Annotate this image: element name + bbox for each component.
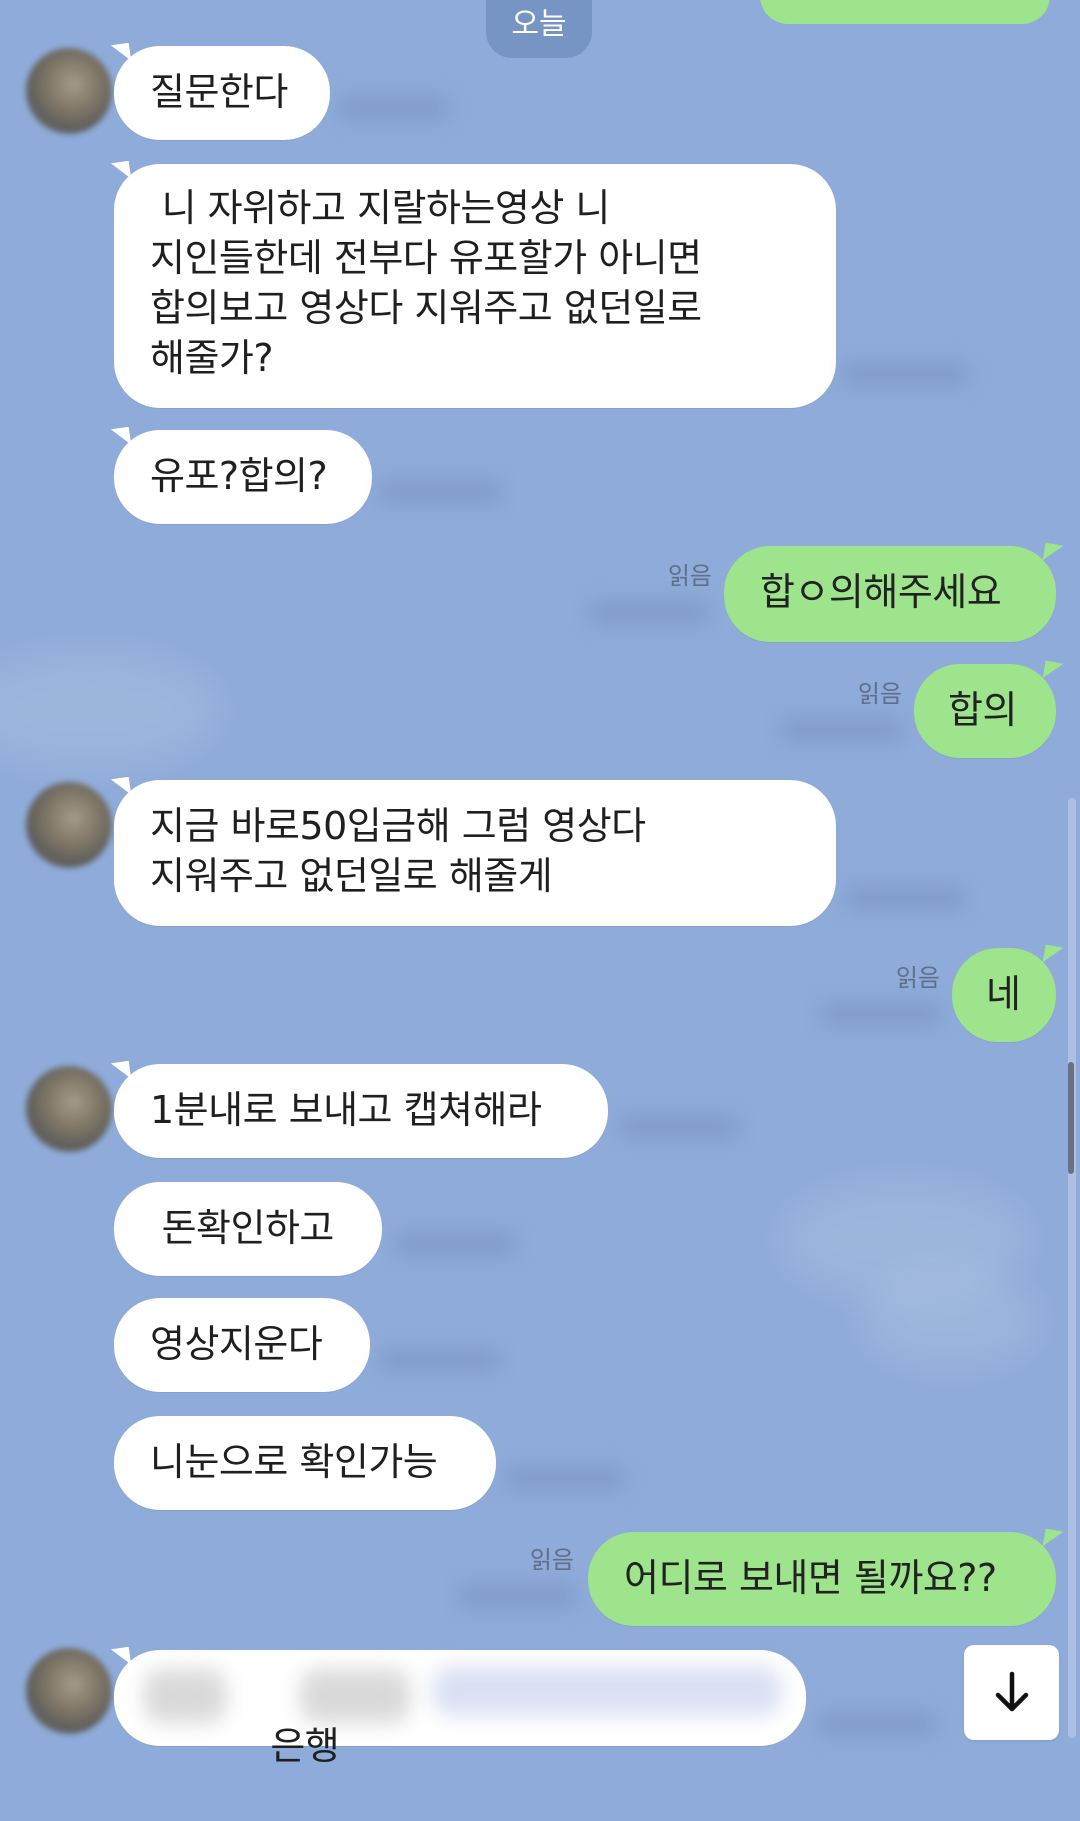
outgoing-message-bubble[interactable]: 어디로 보내면 될까요?? (588, 1532, 1056, 1626)
read-receipt: 읽음 (857, 680, 902, 708)
read-receipt: 읽음 (667, 562, 712, 590)
blurred-time (846, 886, 964, 910)
incoming-message-bubble[interactable]: 니눈으로 확인가능 (114, 1416, 496, 1510)
blurred-account-details (432, 1666, 782, 1716)
scroll-to-bottom-button[interactable] (964, 1645, 1059, 1740)
arrow-down-icon (995, 1671, 1029, 1712)
sender-avatar[interactable] (26, 48, 112, 134)
read-receipt: 읽음 (895, 964, 940, 992)
blurred-time (822, 1002, 940, 1026)
outgoing-message-bubble[interactable]: 합의 (914, 664, 1056, 758)
outgoing-message-bubble[interactable]: 네 (952, 948, 1056, 1042)
blurred-time (380, 479, 500, 503)
sender-avatar[interactable] (26, 1648, 112, 1734)
blurred-time (338, 96, 448, 120)
outgoing-message-bubble[interactable]: 합ㅇ의해주세요 (724, 546, 1056, 642)
incoming-message-bubble[interactable]: 돈확인하고 (114, 1182, 382, 1276)
bank-name-text: 은행 (270, 1724, 340, 1768)
chat-thread: 오늘 질문한다 니 자위하고 지랄하는영상 니 지인들한데 전부다 유포할가 아… (0, 0, 1080, 1768)
incoming-message-bubble[interactable]: 지금 바로50입금해 그럼 영상다 지워주고 없던일로 해줄게 (114, 780, 836, 926)
blurred-time (620, 1115, 738, 1139)
blurred-time (590, 601, 708, 625)
scrollbar-track[interactable] (1068, 798, 1076, 1738)
top-partial-time (624, 0, 744, 10)
incoming-message-bubble[interactable]: 유포?합의? (114, 430, 372, 524)
sender-avatar[interactable] (26, 782, 112, 868)
blurred-time (842, 362, 968, 386)
blurred-time (818, 1712, 936, 1736)
read-receipt: 읽음 (529, 1546, 574, 1574)
top-partial-outgoing-bubble (760, 0, 1050, 24)
date-divider: 오늘 (486, 0, 592, 58)
blurred-time (396, 1232, 514, 1256)
blurred-account-info (300, 1669, 410, 1723)
blurred-time (506, 1466, 624, 1490)
blurred-time (380, 1348, 498, 1372)
blurred-sender-prefix (144, 1669, 226, 1723)
incoming-message-bubble[interactable]: 1분내로 보내고 캡쳐해라 (114, 1064, 608, 1158)
blurred-time (460, 1584, 576, 1608)
incoming-message-bubble[interactable]: 니 자위하고 지랄하는영상 니 지인들한데 전부다 유포할가 아니면 합의보고 … (114, 164, 836, 408)
sender-avatar[interactable] (26, 1066, 112, 1152)
scrollbar-thumb[interactable] (1068, 1062, 1074, 1174)
blurred-time (782, 718, 902, 742)
incoming-message-bubble[interactable]: 질문한다 (114, 46, 330, 140)
incoming-message-bubble[interactable]: 영상지운다 (114, 1298, 370, 1392)
